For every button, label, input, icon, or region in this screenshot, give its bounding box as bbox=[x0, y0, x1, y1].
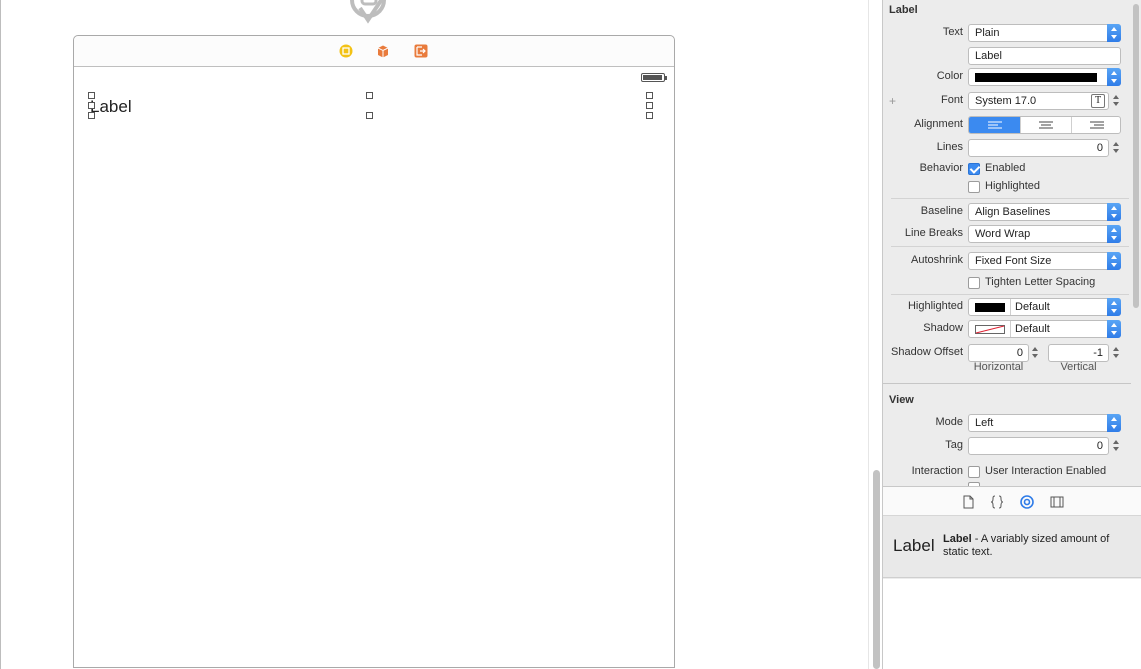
library-item-name: Label bbox=[943, 533, 972, 545]
line-breaks-label: Line Breaks bbox=[904, 227, 963, 239]
lines-field[interactable]: 0 bbox=[968, 139, 1109, 157]
code-snippet-icon[interactable] bbox=[990, 495, 1004, 509]
label-section-title: Label bbox=[889, 4, 918, 16]
view-controller-icon[interactable] bbox=[339, 44, 353, 58]
align-center-icon bbox=[1039, 121, 1053, 129]
object-library-icon[interactable] bbox=[1020, 495, 1034, 509]
user-interaction-label: User Interaction Enabled bbox=[985, 465, 1107, 477]
highlighted-color-swatch bbox=[975, 303, 1005, 312]
tag-stepper[interactable] bbox=[1112, 437, 1121, 454]
highlighted-color-value: Default bbox=[1015, 301, 1050, 313]
resize-handle-left[interactable] bbox=[88, 102, 95, 109]
highlighted-checkbox-label: Highlighted bbox=[985, 180, 1041, 192]
storyboard-canvas[interactable]: Label bbox=[0, 0, 868, 669]
divider bbox=[891, 246, 1129, 247]
lines-stepper[interactable] bbox=[1112, 139, 1121, 156]
align-right-segment[interactable] bbox=[1071, 117, 1120, 133]
resize-handle-bottom-left[interactable] bbox=[88, 112, 95, 119]
shadow-offset-vertical-field[interactable]: -1 bbox=[1048, 344, 1109, 362]
resize-handle-top[interactable] bbox=[366, 92, 373, 99]
enabled-checkbox-label: Enabled bbox=[985, 162, 1026, 174]
horizontal-caption: Horizontal bbox=[973, 361, 1024, 373]
mode-label: Mode bbox=[935, 416, 963, 428]
exit-icon[interactable] bbox=[414, 44, 428, 58]
view-section-title: View bbox=[889, 394, 914, 406]
media-library-icon[interactable] bbox=[1050, 495, 1064, 509]
divider bbox=[891, 294, 1129, 295]
inspector-scrollbar[interactable] bbox=[1131, 0, 1141, 486]
battery-icon bbox=[641, 73, 667, 82]
autoshrink-label: Autoshrink bbox=[911, 254, 963, 266]
divider bbox=[891, 198, 1129, 199]
tag-field[interactable]: 0 bbox=[968, 437, 1109, 455]
initial-view-controller-arrow-icon bbox=[350, 0, 386, 24]
interaction-label: Interaction bbox=[911, 465, 963, 477]
canvas-scrollbar[interactable] bbox=[868, 0, 882, 669]
baseline-label: Baseline bbox=[920, 205, 963, 217]
section-divider bbox=[883, 383, 1131, 384]
color-label: Color bbox=[936, 70, 963, 82]
text-label: Text bbox=[942, 26, 963, 38]
text-field[interactable]: Label bbox=[968, 47, 1121, 65]
resize-handle-right[interactable] bbox=[646, 102, 653, 109]
label-view[interactable]: Label bbox=[90, 97, 132, 117]
lines-label: Lines bbox=[936, 141, 963, 153]
alignment-label: Alignment bbox=[914, 118, 963, 130]
autoshrink-value: Fixed Font Size bbox=[975, 255, 1052, 267]
no-color-swatch-icon bbox=[975, 325, 1005, 334]
alignment-segmented-control bbox=[968, 116, 1121, 134]
color-popup[interactable] bbox=[968, 68, 1121, 86]
align-center-segment[interactable] bbox=[1020, 117, 1071, 133]
library-item-label[interactable]: Label Label - A variably sized amount of… bbox=[883, 516, 1141, 578]
highlighted-color-label: Highlighted bbox=[907, 300, 963, 312]
shadow-label: Shadow bbox=[923, 322, 963, 334]
resize-handle-bottom-right[interactable] bbox=[646, 112, 653, 119]
library-list-area bbox=[883, 579, 1141, 669]
user-interaction-checkbox[interactable] bbox=[968, 466, 980, 478]
text-type-value: Plain bbox=[975, 27, 1000, 39]
file-template-icon[interactable] bbox=[961, 495, 975, 509]
font-label: Font bbox=[940, 94, 963, 106]
resize-handle-top-left[interactable] bbox=[88, 92, 95, 99]
autoshrink-popup[interactable]: Fixed Font Size bbox=[968, 252, 1121, 270]
baseline-popup[interactable]: Align Baselines bbox=[968, 203, 1121, 221]
enabled-checkbox[interactable] bbox=[968, 163, 980, 175]
resize-handle-bottom[interactable] bbox=[366, 112, 373, 119]
color-swatch bbox=[975, 73, 1097, 82]
font-field[interactable]: System 17.0 T bbox=[968, 92, 1109, 110]
view-controller-scene[interactable]: Label bbox=[73, 35, 675, 668]
shadow-offset-horizontal-field[interactable]: 0 bbox=[968, 344, 1029, 362]
library-tab-bar bbox=[883, 486, 1141, 516]
attributes-inspector: Label Text Plain Label Color + Font Syst… bbox=[882, 0, 1141, 669]
resize-handle-top-right[interactable] bbox=[646, 92, 653, 99]
first-responder-icon[interactable] bbox=[376, 44, 390, 58]
tighten-letter-spacing-label: Tighten Letter Spacing bbox=[985, 276, 1096, 288]
scene-dock bbox=[74, 36, 674, 67]
align-left-segment[interactable] bbox=[969, 117, 1020, 133]
font-value: System 17.0 bbox=[975, 95, 1037, 107]
highlighted-color-popup[interactable]: Default bbox=[968, 298, 1121, 316]
tighten-letter-spacing-checkbox[interactable] bbox=[968, 277, 980, 289]
align-left-icon bbox=[988, 121, 1002, 129]
vertical-caption: Vertical bbox=[1060, 361, 1097, 373]
library-item-description-block: Label - A variably sized amount of stati… bbox=[943, 533, 1133, 559]
text-type-popup[interactable]: Plain bbox=[968, 24, 1121, 42]
shadow-color-value: Default bbox=[1015, 323, 1050, 335]
shadow-offset-label: Shadow Offset bbox=[891, 346, 963, 358]
shadow-color-popup[interactable]: Default bbox=[968, 320, 1121, 338]
font-picker-icon[interactable]: T bbox=[1091, 94, 1105, 108]
align-right-icon bbox=[1090, 121, 1104, 129]
tag-label: Tag bbox=[945, 439, 963, 451]
shadow-vertical-stepper[interactable] bbox=[1112, 344, 1121, 361]
highlighted-checkbox[interactable] bbox=[968, 181, 980, 193]
content-mode-popup[interactable]: Left bbox=[968, 414, 1121, 432]
font-size-stepper[interactable] bbox=[1112, 92, 1121, 109]
shadow-horizontal-stepper[interactable] bbox=[1031, 344, 1040, 361]
line-breaks-popup[interactable]: Word Wrap bbox=[968, 225, 1121, 243]
line-breaks-value: Word Wrap bbox=[975, 228, 1031, 240]
library-item-preview: Label bbox=[893, 536, 935, 555]
behavior-label: Behavior bbox=[919, 162, 963, 174]
baseline-value: Align Baselines bbox=[975, 206, 1051, 218]
content-mode-value: Left bbox=[975, 417, 994, 429]
